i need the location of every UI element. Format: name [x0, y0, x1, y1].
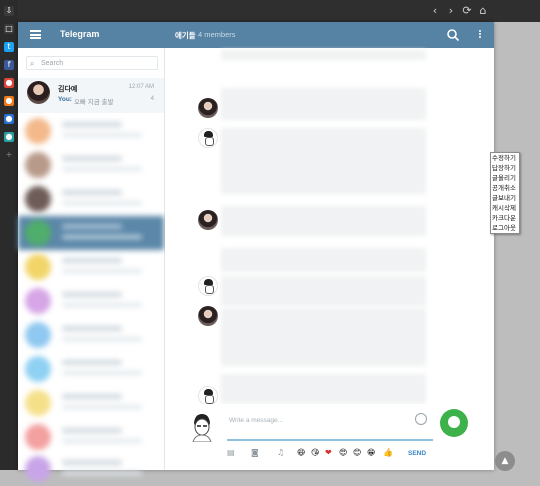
list-item[interactable] [18, 148, 164, 182]
search-input[interactable]: ⌕ Search [26, 56, 158, 70]
message-area: Write a message... ▤ ◙ ♫ 😆 😘 ❤ 😍 😊 😁 👍 S… [165, 48, 494, 470]
app-red-icon[interactable]: ● [4, 78, 14, 88]
app-orange-icon[interactable]: ● [4, 96, 14, 106]
context-menu-item[interactable]: 로그아웃 [491, 223, 519, 233]
context-menu: 수정하기 답장하기 글올리기 공개취소 글보내기 캐시삭제 카크다운 로그아웃 [490, 152, 520, 234]
list-item[interactable] [18, 420, 164, 454]
context-menu-item[interactable]: 캐시삭제 [491, 203, 519, 213]
message-blurred [221, 88, 426, 120]
emoji-smile-icon[interactable]: 😊 [353, 448, 361, 457]
unread-badge: 4 [150, 96, 154, 102]
avatar[interactable] [198, 276, 218, 296]
send-button[interactable]: SEND [408, 450, 426, 457]
message-composer: Write a message... ▤ ◙ ♫ 😆 😘 ❤ 😍 😊 😁 👍 S… [165, 404, 494, 470]
browser-sidebar: ⇩ □ t f ● ● ● ● + [0, 0, 18, 470]
list-item[interactable] [18, 352, 164, 386]
extension-icon[interactable]: □ [4, 24, 14, 34]
list-item[interactable] [18, 452, 164, 486]
emoji-grin-icon[interactable]: 😁 [367, 448, 375, 457]
message-blurred [221, 206, 426, 236]
context-menu-item[interactable]: 답장하기 [491, 163, 519, 173]
avatar[interactable] [198, 210, 218, 230]
app-blue-icon[interactable]: ● [4, 114, 14, 124]
message-blurred [221, 276, 426, 306]
chat-list: ⌕ Search 김다예 12:07 AM You: 오빠 지금 출발 4 [18, 48, 165, 482]
members-count[interactable]: 4 members [198, 30, 236, 39]
menu-icon[interactable] [30, 30, 41, 39]
home-icon[interactable]: ⌂ [476, 4, 490, 18]
conversation-preview: 오빠 지금 출발 [74, 99, 114, 106]
list-item[interactable] [18, 284, 164, 318]
camera-icon[interactable]: ◙ [251, 448, 259, 457]
context-menu-item[interactable]: 글보내기 [491, 193, 519, 203]
emoji-laugh-icon[interactable]: 😆 [297, 448, 305, 457]
you-prefix: You: [58, 96, 72, 103]
sticker-icon[interactable] [440, 409, 468, 437]
list-item[interactable] [18, 182, 164, 216]
avatar [192, 414, 212, 442]
avatar[interactable] [198, 98, 218, 118]
search-icon: ⌕ [30, 59, 35, 68]
emoji-thumbsup-icon[interactable]: 👍 [383, 448, 393, 457]
input-underline [227, 439, 433, 441]
chat-title[interactable]: 애기들 [175, 30, 196, 41]
browser-toolbar: ‹ › ⟳ ⌂ [18, 0, 540, 22]
message-blurred [221, 248, 426, 272]
app-header: Telegram 애기들 4 members [18, 22, 494, 48]
message-blurred [221, 50, 426, 60]
app-green-icon[interactable]: ● [4, 132, 14, 142]
list-item[interactable]: 김다예 12:07 AM You: 오빠 지금 출발 4 [18, 78, 164, 113]
context-menu-item[interactable]: 수정하기 [491, 153, 519, 163]
forward-icon[interactable]: › [444, 4, 458, 18]
emoji-love-icon[interactable]: 😍 [339, 448, 347, 457]
emoji-icon[interactable] [415, 413, 427, 425]
search-icon[interactable] [446, 28, 460, 42]
avatar[interactable] [198, 386, 218, 406]
list-item[interactable] [18, 250, 164, 284]
conversation-time: 12:07 AM [128, 84, 154, 90]
app-title: Telegram [60, 29, 100, 39]
list-item[interactable] [18, 114, 164, 148]
telegram-window: Telegram 애기들 4 members ⌕ Search 김다예 12:0… [18, 22, 494, 482]
download-icon[interactable]: ⇩ [4, 6, 14, 16]
microphone-icon[interactable]: ♫ [277, 448, 284, 457]
more-icon[interactable] [478, 29, 482, 41]
conversation-name: 김다예 [58, 86, 78, 93]
search-placeholder: Search [41, 60, 64, 67]
context-menu-item[interactable]: 글올리기 [491, 173, 519, 183]
avatar[interactable] [198, 128, 218, 148]
context-menu-item[interactable]: 카크다운 [491, 213, 519, 223]
message-blurred [221, 128, 426, 194]
avatar [27, 81, 50, 104]
reload-icon[interactable]: ⟳ [460, 4, 474, 18]
avatar[interactable] [198, 306, 218, 326]
list-item[interactable] [18, 318, 164, 352]
emoji-heart-icon[interactable]: ❤ [325, 448, 332, 457]
message-blurred [221, 308, 426, 366]
scroll-up-button[interactable]: ▲ [495, 451, 515, 471]
list-item[interactable] [18, 216, 164, 250]
back-icon[interactable]: ‹ [428, 4, 442, 18]
context-menu-item[interactable]: 공개취소 [491, 183, 519, 193]
message-input[interactable]: Write a message... [229, 417, 283, 424]
list-item[interactable] [18, 386, 164, 420]
facebook-icon[interactable]: f [4, 60, 14, 70]
message-blurred [221, 374, 426, 404]
emoji-kiss-icon[interactable]: 😘 [311, 448, 319, 457]
twitter-icon[interactable]: t [4, 42, 14, 52]
add-icon[interactable]: + [4, 150, 14, 160]
file-icon[interactable]: ▤ [227, 448, 235, 457]
